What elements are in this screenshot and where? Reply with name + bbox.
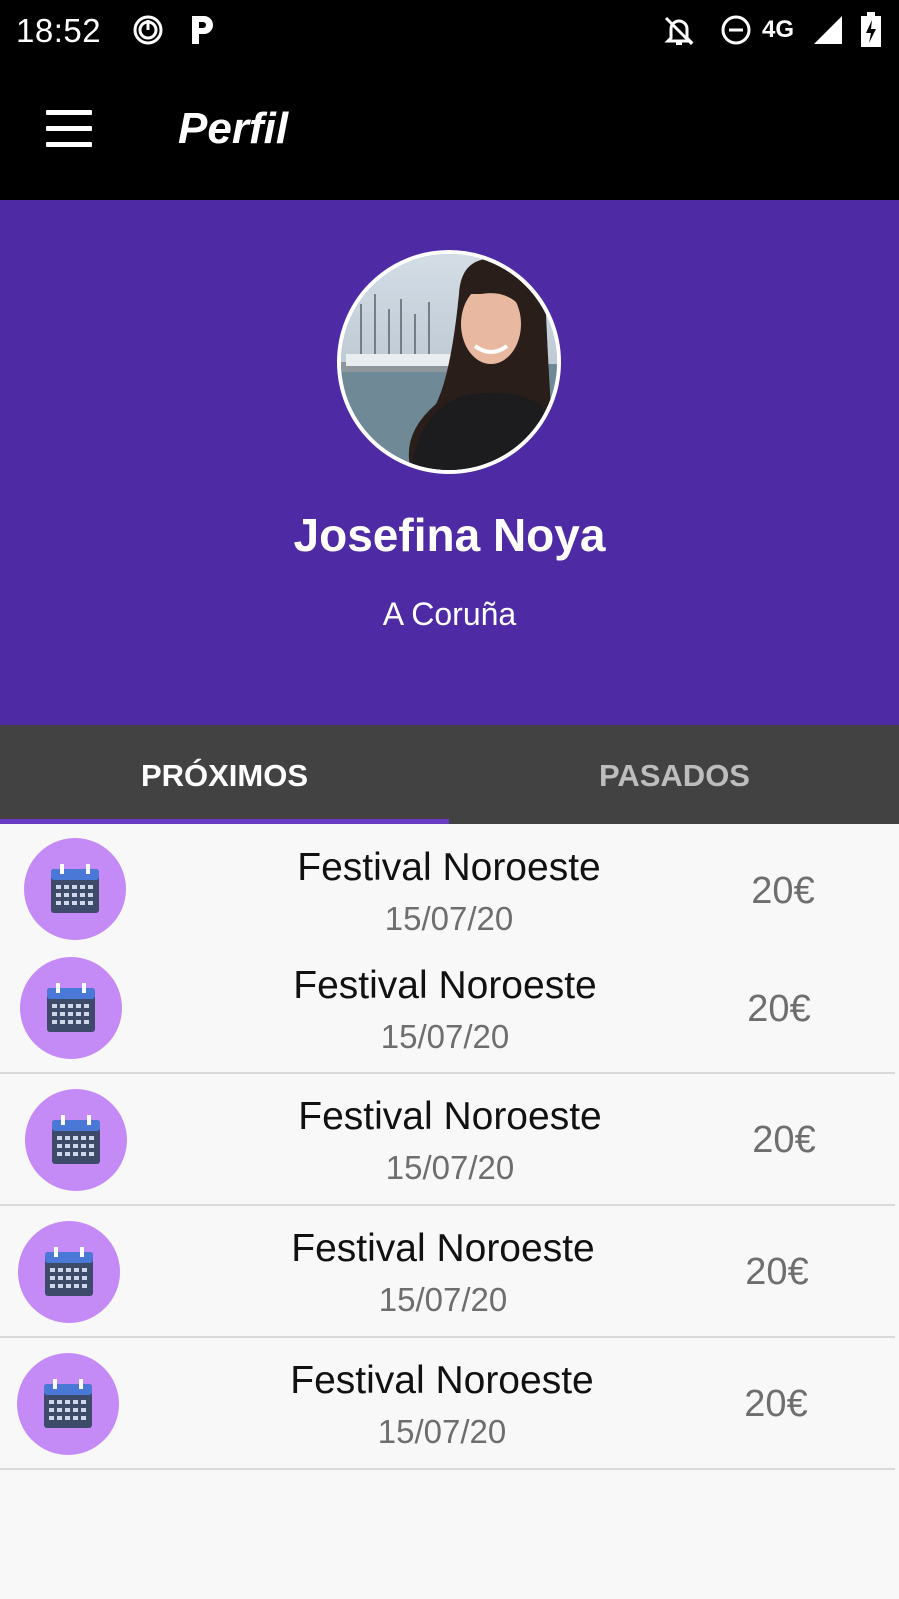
event-title: Festival Noroeste <box>290 1359 594 1402</box>
profile-city: A Coruña <box>382 596 517 632</box>
event-date: 15/07/20 <box>377 1413 507 1450</box>
network-type: 4G <box>762 16 795 43</box>
event-price: 20€ <box>744 1383 808 1425</box>
app-bar: Perfil <box>0 64 899 200</box>
calendar-icon <box>24 838 126 940</box>
do-not-disturb-icon <box>720 14 752 51</box>
alarm-off-icon <box>662 14 696 53</box>
power-icon <box>132 14 164 51</box>
menu-icon[interactable] <box>44 108 94 148</box>
event-title: Festival Noroeste <box>291 1227 595 1270</box>
tab-pasados[interactable]: PASADOS <box>450 725 899 824</box>
battery-charging-icon <box>860 12 882 53</box>
tab-indicator <box>0 819 449 824</box>
status-time: 18:52 <box>16 12 102 49</box>
event-date: 15/07/20 <box>384 900 514 937</box>
tab-proximos[interactable]: PRÓXIMOS <box>0 725 449 824</box>
list-item[interactable]: Festival Noroeste 15/07/20 20€ <box>0 1207 895 1338</box>
profile-header: Josefina Noya A Coruña <box>0 200 899 725</box>
event-price: 20€ <box>745 1251 809 1293</box>
calendar-icon <box>25 1089 127 1191</box>
event-price: 20€ <box>752 1119 816 1161</box>
list-item[interactable]: Festival Noroeste 15/07/20 20€ <box>0 826 895 944</box>
calendar-icon <box>18 1221 120 1323</box>
signal-icon <box>812 14 844 51</box>
event-title: Festival Noroeste <box>297 846 601 889</box>
tab-bar: PRÓXIMOS PASADOS <box>0 725 899 824</box>
calendar-icon <box>20 957 122 1059</box>
avatar <box>337 250 561 474</box>
event-date: 15/07/20 <box>378 1281 508 1318</box>
event-date: 15/07/20 <box>385 1149 515 1186</box>
list-item[interactable]: Festival Noroeste 15/07/20 20€ <box>0 944 895 1074</box>
event-price: 20€ <box>751 870 815 912</box>
event-date: 15/07/20 <box>380 1018 510 1055</box>
profile-name: Josefina Noya <box>293 509 606 561</box>
parking-icon <box>188 14 216 51</box>
list-item[interactable]: Festival Noroeste 15/07/20 20€ <box>0 1075 895 1206</box>
event-price: 20€ <box>747 988 811 1030</box>
list-item[interactable]: Festival Noroeste 15/07/20 20€ <box>0 1339 895 1470</box>
event-title: Festival Noroeste <box>293 964 597 1007</box>
page-title: Perfil <box>178 104 289 153</box>
calendar-icon <box>17 1353 119 1455</box>
status-bar: 18:52 4G <box>0 0 899 64</box>
event-title: Festival Noroeste <box>298 1095 602 1138</box>
